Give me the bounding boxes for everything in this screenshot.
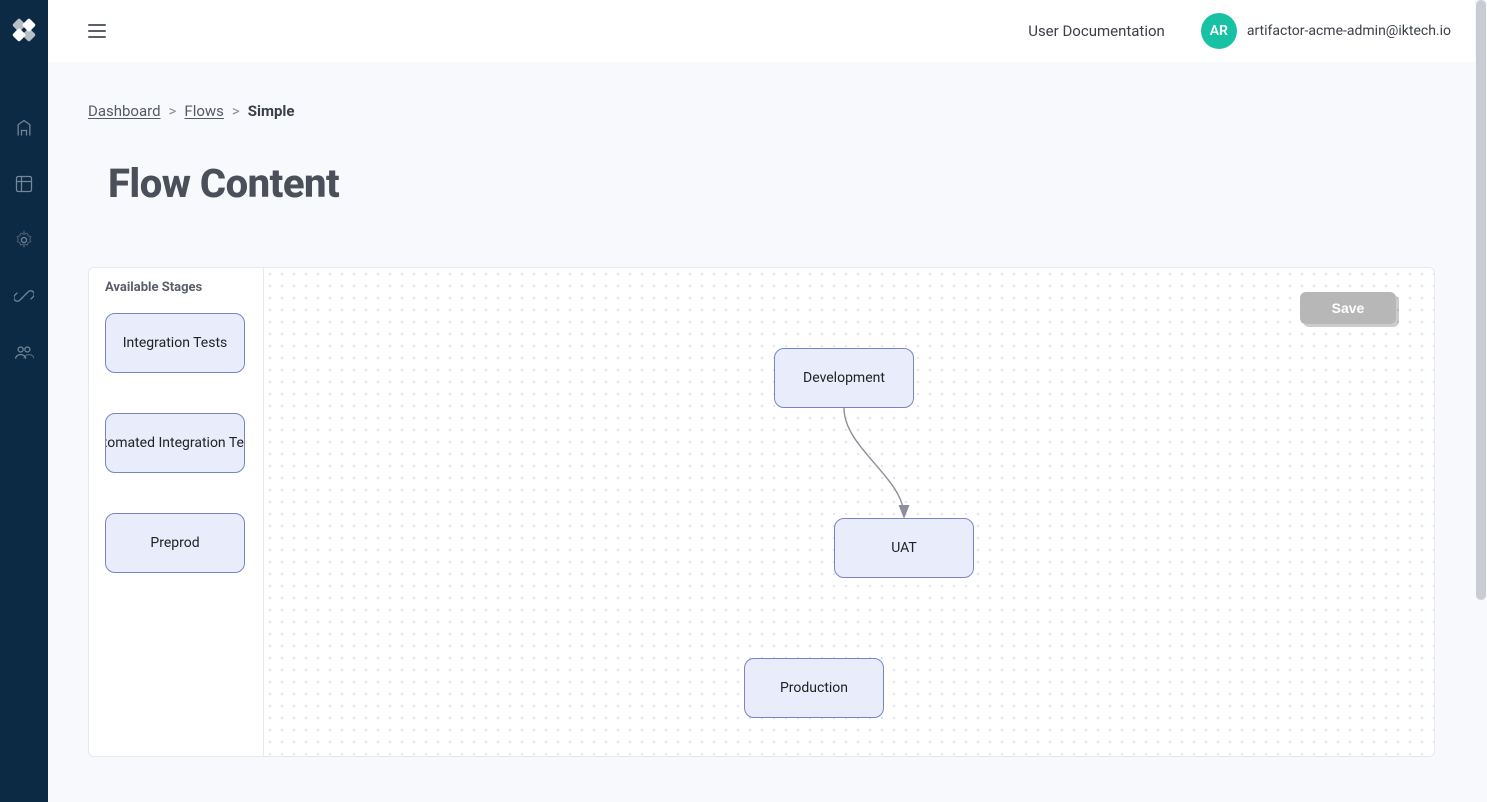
breadcrumb-current: Simple: [248, 102, 295, 120]
flow-panel: Available Stages Integration Tests Autom…: [88, 267, 1435, 757]
scrollbar[interactable]: [1475, 0, 1487, 802]
palette-stage[interactable]: Integration Tests: [105, 313, 245, 373]
chevron-right-icon: >: [232, 102, 240, 120]
hamburger-icon[interactable]: [88, 24, 106, 38]
palette-stage[interactable]: Automated Integration Tests: [105, 413, 245, 473]
sidenav: [0, 0, 48, 802]
nav-icon-grid[interactable]: [12, 172, 36, 196]
user-label: artifactor-acme-admin@iktech.io: [1247, 23, 1451, 39]
breadcrumb-item[interactable]: Flows: [184, 102, 224, 120]
breadcrumb: Dashboard > Flows > Simple: [88, 82, 1435, 120]
chevron-right-icon: >: [169, 102, 177, 120]
palette-title: Available Stages: [105, 280, 253, 295]
save-button[interactable]: Save: [1300, 292, 1396, 324]
nav-icon-deploy[interactable]: [12, 116, 36, 140]
flow-node-production[interactable]: Production: [744, 658, 884, 718]
nav-icon-settings[interactable]: [12, 228, 36, 252]
flow-edge: [844, 408, 904, 516]
flow-node-development[interactable]: Development: [774, 348, 914, 408]
app-logo[interactable]: [8, 14, 40, 46]
topbar: User Documentation AR artifactor-acme-ad…: [48, 0, 1475, 62]
breadcrumb-item[interactable]: Dashboard: [88, 102, 161, 120]
flow-node-uat[interactable]: UAT: [834, 518, 974, 578]
palette-stage[interactable]: Preprod: [105, 513, 245, 573]
content: Dashboard > Flows > Simple Flow Content …: [48, 62, 1475, 802]
stage-palette: Available Stages Integration Tests Autom…: [89, 268, 264, 756]
page-title: Flow Content: [108, 160, 1435, 207]
avatar[interactable]: AR: [1201, 13, 1237, 49]
nav-icon-users[interactable]: [12, 340, 36, 364]
nav-icon-link[interactable]: [12, 284, 36, 308]
scrollbar-thumb[interactable]: [1476, 0, 1486, 600]
doc-link[interactable]: User Documentation: [1028, 22, 1165, 40]
flow-canvas[interactable]: Save Development UAT Production: [264, 268, 1434, 756]
